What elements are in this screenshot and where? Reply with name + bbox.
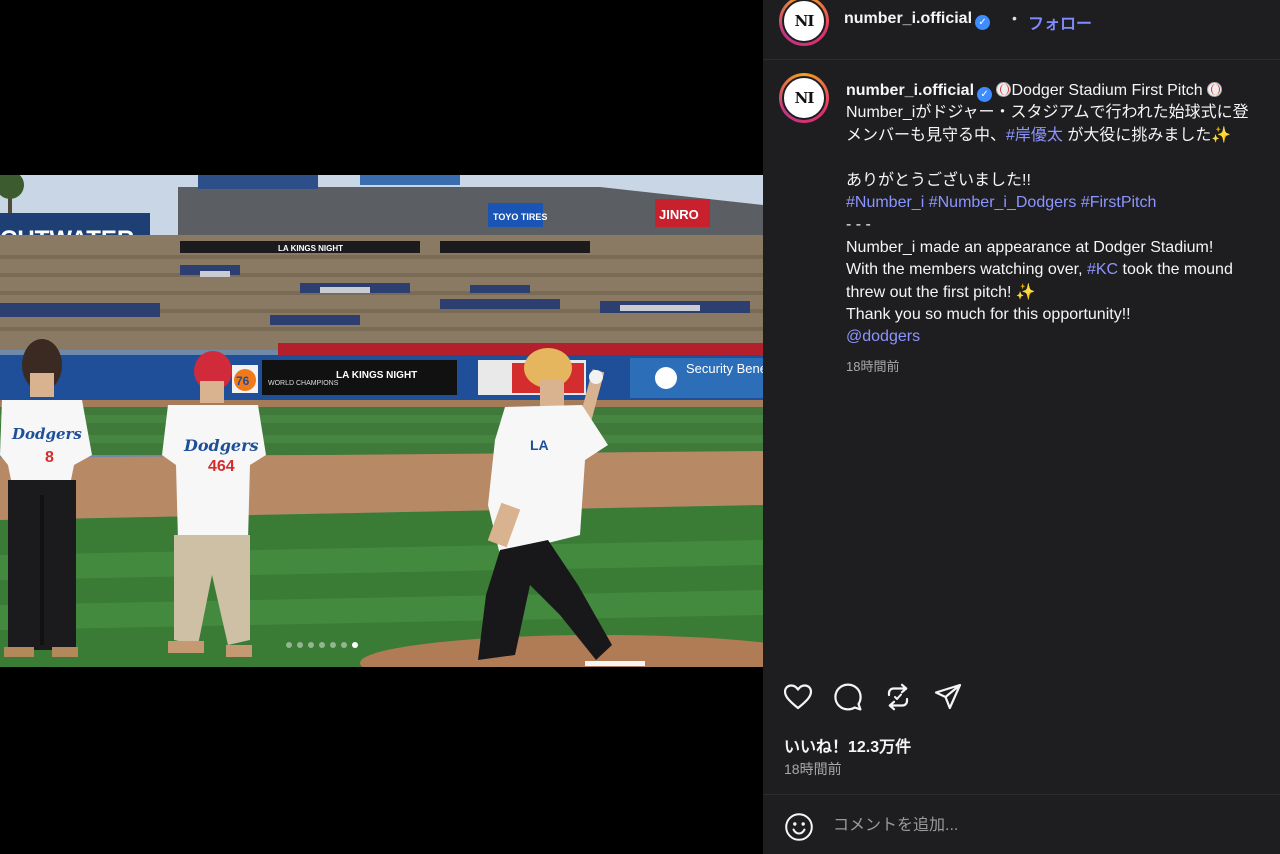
sparkle-emoji-icon: ✨ (1015, 283, 1036, 301)
caption-title: Dodger Stadium First Pitch (1011, 82, 1203, 99)
sign-world-champions: WORLD CHAMPIONS (268, 380, 339, 387)
jersey-la-right: LA (530, 437, 549, 453)
carousel-dot-active[interactable] (352, 642, 358, 648)
follow-button[interactable]: フォロー (1028, 10, 1092, 34)
carousel-dot[interactable] (286, 642, 292, 648)
caption-line-3: メンバーも見守る中、#岸優太 が大役に挑みました✨ (846, 125, 1280, 147)
author-username[interactable]: number_i.official (844, 10, 972, 27)
post-caption: number_i.official ✓ Dodger Stadium First … (846, 80, 1280, 349)
comment-bar (763, 794, 1280, 854)
header-separator: • (1012, 10, 1017, 26)
caption-gap (846, 147, 1280, 169)
caption-verified-badge-icon: ✓ (977, 87, 993, 102)
caption-line-7: With the members watching over, #KC took… (846, 259, 1280, 281)
carousel-dot[interactable] (308, 642, 314, 648)
caption-line-1: number_i.official ✓ Dodger Stadium First … (846, 80, 1280, 102)
action-bar (783, 682, 963, 712)
post-photo[interactable]: CUTWATER TOYO TIRES JINRO (0, 175, 763, 667)
caption-username[interactable]: number_i.official (846, 82, 974, 99)
comment-bubble-icon[interactable] (833, 682, 863, 712)
caption-text: メンバーも見守る中、 (846, 126, 1007, 144)
carousel-dot[interactable] (297, 642, 303, 648)
caption-line-6: Number_i made an appearance at Dodger St… (846, 238, 1214, 256)
caption-author-avatar[interactable]: NI (779, 73, 829, 123)
sign-security-benefit: Security Benefit (686, 361, 763, 376)
jersey-number-left: 8 (45, 449, 54, 466)
carousel-dot[interactable] (330, 642, 336, 648)
post-header: NI number_i.official ✓ • フォロー (763, 0, 1280, 60)
caption-text: With the members watching over, (846, 261, 1087, 279)
carousel-dot[interactable] (319, 642, 325, 648)
caption-text: took the mound (1118, 261, 1233, 279)
post-timestamp[interactable]: 18時間前 (784, 759, 842, 779)
caption-line-2: Number_iがドジャー・スタジアムで行われた始球式に登 (846, 104, 1249, 122)
sign-la-kings-ribbon: LA KINGS NIGHT (278, 244, 343, 253)
caption-line-9: Thank you so much for this opportunity!! (846, 305, 1131, 323)
mention-dodgers[interactable]: @dodgers (846, 328, 920, 345)
emoji-smiley-icon[interactable] (784, 812, 814, 842)
hashtag-number-i-dodgers[interactable]: #Number_i_Dodgers (929, 194, 1077, 211)
sparkle-emoji-icon: ✨ (1211, 126, 1232, 144)
hashtag-first-pitch[interactable]: #FirstPitch (1081, 194, 1157, 211)
comment-input[interactable] (833, 812, 1253, 840)
jersey-number-mid: 464 (208, 458, 235, 475)
share-send-icon[interactable] (933, 682, 963, 712)
carousel-dot[interactable] (341, 642, 347, 648)
hashtag-kishi[interactable]: #岸優太 (1006, 127, 1063, 144)
jersey-dodgers-left: Dodgers (11, 425, 82, 443)
caption-divider: - - - (846, 216, 871, 234)
sign-toyo: TOYO TIRES (493, 212, 547, 222)
hashtag-number-i[interactable]: #Number_i (846, 194, 924, 211)
caption-avatar-logo: NI (794, 89, 815, 107)
author-avatar[interactable]: NI (779, 0, 829, 46)
media-pane: CUTWATER TOYO TIRES JINRO (0, 0, 763, 854)
likes-count[interactable]: いいね！12.3万件 (784, 733, 911, 757)
carousel-indicator (286, 642, 358, 648)
avatar-logo: NI (794, 12, 815, 30)
hashtag-kc[interactable]: #KC (1087, 261, 1118, 278)
verified-badge-icon: ✓ (975, 15, 991, 30)
caption-mention-line: @dodgers (846, 326, 1280, 348)
sign-jinro: JINRO (659, 207, 699, 222)
like-heart-icon[interactable] (783, 682, 813, 712)
caption-hashtags: #Number_i #Number_i_Dodgers #FirstPitch (846, 192, 1280, 214)
author-name[interactable]: number_i.official ✓ (844, 10, 991, 30)
baseball-emoji-icon (1207, 82, 1223, 97)
jersey-dodgers-mid: Dodgers (183, 436, 259, 455)
caption-line-4: ありがとうございました!! (846, 171, 1031, 189)
post-detail-panel: NI number_i.official ✓ • フォロー NI number_i… (763, 0, 1280, 854)
caption-line-8: threw out the first pitch! ✨ (846, 282, 1280, 304)
caption-timestamp[interactable]: 18時間前 (846, 356, 899, 375)
caption-text: が大役に挑みました (1062, 126, 1212, 144)
baseball-emoji-icon (996, 82, 1012, 97)
repost-icon[interactable] (883, 682, 913, 712)
sign-76: 76 (236, 374, 250, 388)
sign-la-kings-wall: LA KINGS NIGHT (336, 370, 417, 381)
caption-text: threw out the first pitch! (846, 283, 1016, 301)
